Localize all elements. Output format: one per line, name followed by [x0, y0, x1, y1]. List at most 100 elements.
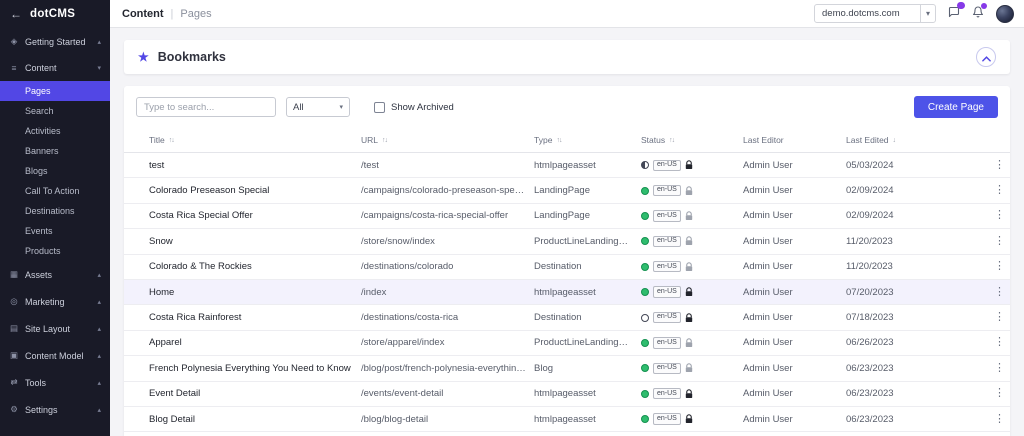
table-row[interactable]: Apparel /store/apparel/index ProductLine…	[124, 331, 1010, 356]
cell-url: /campaigns/costa-rica-special-offer	[361, 204, 534, 228]
chevron-icon: ▴	[97, 298, 101, 306]
table-row[interactable]: 5 Snow Sports to Try This Winter /blog/p…	[124, 432, 1010, 436]
cell-url: /index	[361, 280, 534, 304]
cell-type: htmlpageasset	[534, 153, 641, 177]
sidebar-section-site-layout[interactable]: ▤ Site Layout ▴	[0, 315, 110, 342]
sidebar-item-call-to-action[interactable]: Call To Action	[0, 181, 110, 201]
cell-url: /campaigns/colorado-preseason-special	[361, 179, 534, 203]
table-row[interactable]: Colorado & The Rockies /destinations/col…	[124, 255, 1010, 280]
bookmarks-collapse-button[interactable]	[976, 47, 996, 67]
row-actions-kebab-icon[interactable]: ⋮	[994, 306, 1017, 330]
column-header-last-editor[interactable]: Last Editor	[743, 128, 846, 152]
status-dot-icon	[641, 161, 649, 169]
sidebar-item-pages[interactable]: Pages	[0, 81, 110, 101]
lock-icon	[685, 211, 693, 221]
sidebar-item-destinations[interactable]: Destinations	[0, 201, 110, 221]
column-header-last-edited[interactable]: Last Edited ↓	[846, 128, 994, 152]
column-header-title[interactable]: Title ↑↓	[149, 128, 361, 152]
lock-icon	[685, 414, 693, 424]
cell-last-edited: 11/20/2023	[846, 229, 994, 253]
row-actions-kebab-icon[interactable]: ⋮	[994, 280, 1017, 304]
row-actions-kebab-icon[interactable]: ⋮	[994, 331, 1017, 355]
sort-icon[interactable]: ↑↓	[169, 137, 174, 144]
cell-last-editor: Admin User	[743, 407, 846, 431]
topbar-right: demo.dotcms.com ▾	[814, 4, 1024, 23]
sidebar-item-events[interactable]: Events	[0, 221, 110, 241]
show-archived-checkbox[interactable]	[374, 102, 385, 113]
sidebar-section-getting-started[interactable]: ◈ Getting Started ▴	[0, 28, 110, 55]
sidebar-section-assets[interactable]: ▦ Assets ▴	[0, 261, 110, 288]
sidebar-item-activities[interactable]: Activities	[0, 121, 110, 141]
table-row[interactable]: Blog Detail /blog/blog-detail htmlpageas…	[124, 407, 1010, 432]
cell-url: /store/apparel/index	[361, 331, 534, 355]
column-header-url[interactable]: URL ↑↓	[361, 128, 534, 152]
sidebar-section-settings[interactable]: ⚙ Settings ▴	[0, 396, 110, 423]
notifications-button[interactable]	[972, 6, 984, 21]
row-actions-kebab-icon[interactable]: ⋮	[994, 153, 1017, 177]
cell-last-edited: 02/09/2024	[846, 179, 994, 203]
sidebar-item-blogs[interactable]: Blogs	[0, 161, 110, 181]
table-row[interactable]: Snow /store/snow/index ProductLineLandin…	[124, 229, 1010, 254]
sidebar-item-search[interactable]: Search	[0, 101, 110, 121]
pages-listing-card: All ▾ Show Archived Create Page Title ↑↓…	[124, 86, 1010, 436]
chevron-icon: ▴	[97, 352, 101, 360]
row-actions-kebab-icon[interactable]: ⋮	[994, 407, 1017, 431]
messages-button[interactable]	[948, 6, 960, 21]
sidebar-section-content[interactable]: ≡ Content ▾	[0, 55, 110, 81]
sidebar-section-marketing[interactable]: ◎ Marketing ▴	[0, 288, 110, 315]
column-header-status[interactable]: Status ↑↓	[641, 128, 743, 152]
cell-url: /destinations/costa-rica	[361, 306, 534, 330]
sidebar-item-banners[interactable]: Banners	[0, 141, 110, 161]
type-filter-dropdown[interactable]: All ▾	[286, 97, 350, 117]
row-actions-kebab-icon[interactable]: ⋮	[994, 432, 1017, 436]
sort-icon[interactable]: ↑↓	[556, 137, 561, 144]
row-actions-kebab-icon[interactable]: ⋮	[994, 356, 1017, 380]
cell-type: htmlpageasset	[534, 382, 641, 406]
language-badge: en-US	[653, 363, 681, 374]
table-row[interactable]: Colorado Preseason Special /campaigns/co…	[124, 178, 1010, 203]
user-avatar[interactable]	[996, 5, 1014, 23]
site-selector[interactable]: demo.dotcms.com ▾	[814, 4, 936, 23]
table-row[interactable]: Costa Rica Rainforest /destinations/cost…	[124, 305, 1010, 330]
sort-icon[interactable]: ↓	[893, 137, 896, 144]
cell-title: French Polynesia Everything You Need to …	[149, 356, 361, 380]
cell-status: en-US	[641, 331, 743, 355]
bookmarks-panel: ★ Bookmarks	[124, 40, 1010, 74]
table-row[interactable]: French Polynesia Everything You Need to …	[124, 356, 1010, 381]
breadcrumb-separator: |	[171, 8, 174, 20]
row-actions-kebab-icon[interactable]: ⋮	[994, 179, 1017, 203]
sort-icon[interactable]: ↑↓	[382, 137, 387, 144]
row-actions-kebab-icon[interactable]: ⋮	[994, 229, 1017, 253]
back-button[interactable]: ←	[10, 8, 22, 20]
sort-icon[interactable]: ↑↓	[669, 137, 674, 144]
bookmarks-label: Bookmarks	[158, 50, 226, 64]
table-row[interactable]: Event Detail /events/event-detail htmlpa…	[124, 382, 1010, 407]
column-header-type[interactable]: Type ↑↓	[534, 128, 641, 152]
cell-title: 5 Snow Sports to Try This Winter	[149, 432, 361, 436]
language-badge: en-US	[653, 261, 681, 272]
cell-last-editor: Admin User	[743, 280, 846, 304]
cell-url: /store/snow/index	[361, 229, 534, 253]
sidebar-header: ← dotCMS	[0, 0, 110, 28]
table-row[interactable]: test /test htmlpageasset en-US Admin Use…	[124, 153, 1010, 178]
cell-type: Blog	[534, 356, 641, 380]
search-input[interactable]	[136, 97, 276, 117]
row-actions-kebab-icon[interactable]: ⋮	[994, 204, 1017, 228]
cell-type: LandingPage	[534, 179, 641, 203]
sidebar-section-content-model[interactable]: ▣ Content Model ▴	[0, 342, 110, 369]
sidebar-item-products[interactable]: Products	[0, 241, 110, 261]
sidebar-section-tools[interactable]: ⇄ Tools ▴	[0, 369, 110, 396]
row-actions-kebab-icon[interactable]: ⋮	[994, 382, 1017, 406]
cell-last-editor: Admin User	[743, 255, 846, 279]
row-actions-kebab-icon[interactable]: ⋮	[994, 255, 1017, 279]
messages-badge	[957, 2, 965, 9]
breadcrumb-page: Pages	[180, 8, 211, 20]
create-page-button[interactable]: Create Page	[914, 96, 998, 118]
cell-last-edited: 02/09/2024	[846, 204, 994, 228]
breadcrumb: Content | Pages	[122, 8, 212, 20]
status-dot-icon	[641, 390, 649, 398]
table-row[interactable]: Home /index htmlpageasset en-US Admin Us…	[124, 280, 1010, 305]
cell-status: en-US	[641, 204, 743, 228]
table-row[interactable]: Costa Rica Special Offer /campaigns/cost…	[124, 204, 1010, 229]
status-dot-icon	[641, 364, 649, 372]
